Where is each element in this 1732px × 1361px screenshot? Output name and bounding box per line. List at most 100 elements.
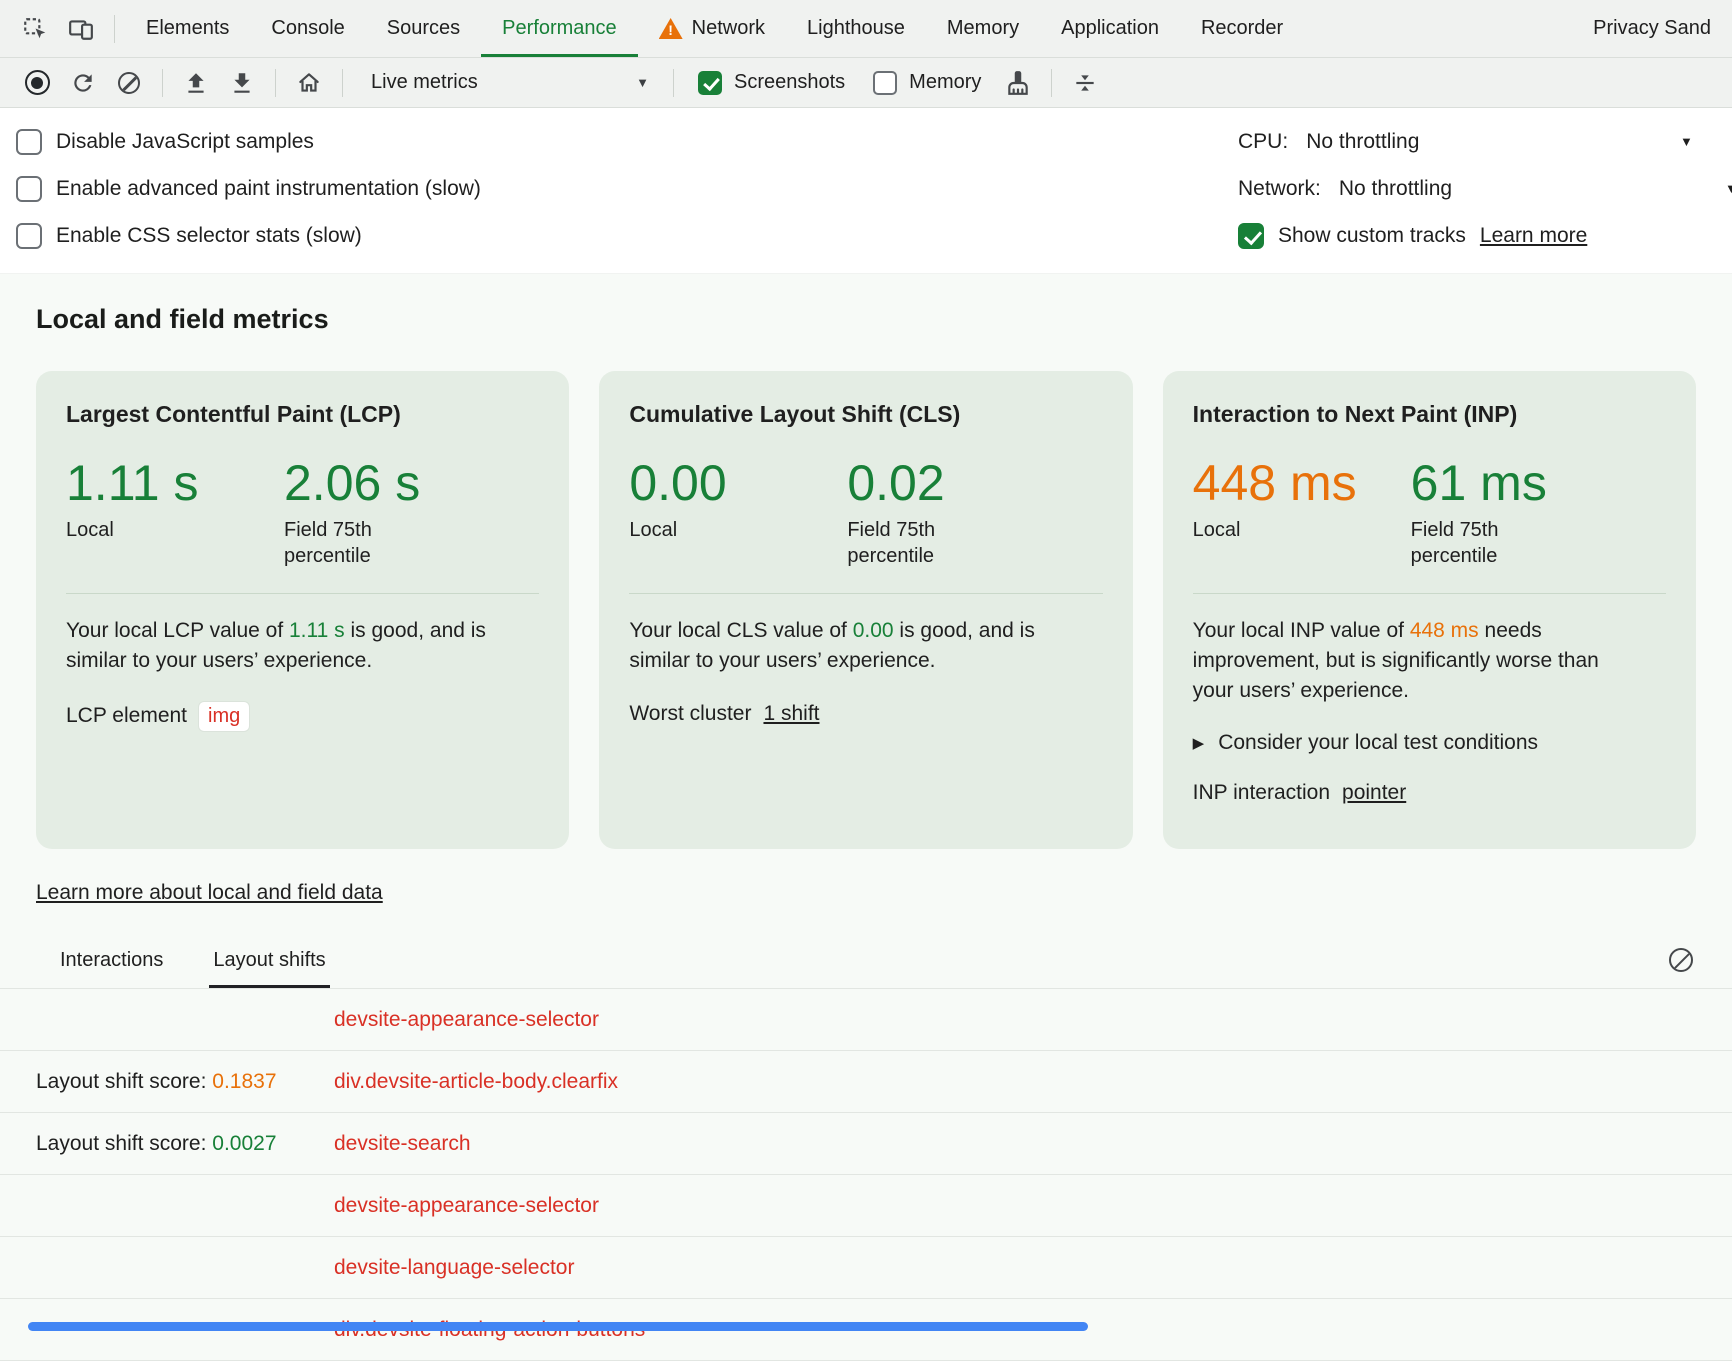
toolbar-divider	[275, 69, 276, 97]
shift-element-link[interactable]: devsite-appearance-selector	[334, 1194, 599, 1218]
screenshots-checkbox[interactable]	[698, 71, 722, 95]
lcp-element-label: LCP element	[66, 704, 187, 728]
metrics-heading: Local and field metrics	[0, 274, 1732, 335]
layout-shift-row: devsite-language-selector	[0, 1237, 1732, 1299]
cls-local-value: 0.00	[629, 458, 847, 509]
collect-garbage-button[interactable]	[995, 63, 1041, 103]
shift-element-link[interactable]: div.devsite-article-body.clearfix	[334, 1070, 618, 1094]
layout-shift-row: devsite-appearance-selector	[0, 989, 1732, 1051]
tab-privacy-sandbox[interactable]: Privacy Sand	[1572, 0, 1732, 57]
inp-interaction-link[interactable]: pointer	[1342, 781, 1406, 805]
metric-cards: Largest Contentful Paint (LCP) 1.11 s Lo…	[0, 335, 1732, 849]
clear-button[interactable]	[106, 63, 152, 103]
tab-label: Console	[271, 17, 344, 40]
layout-shift-row: Layout shift score: 0.0027 devsite-searc…	[0, 1113, 1732, 1175]
tab-layout-shifts[interactable]: Layout shifts	[209, 949, 329, 988]
css-selector-stats-checkbox[interactable]	[16, 223, 42, 249]
performance-settings: Disable JavaScript samples Enable advanc…	[0, 108, 1732, 274]
chevron-down-icon: ▼	[1680, 134, 1693, 149]
cpu-throttling-select[interactable]: No throttling	[1306, 130, 1419, 154]
toolbar-divider	[1051, 69, 1052, 97]
cls-worst-cluster-row: Worst cluster 1 shift	[629, 702, 1102, 726]
tab-label: Network	[692, 17, 765, 40]
tab-label: Lighthouse	[807, 17, 905, 40]
warning-icon: !	[659, 18, 683, 39]
disclosure-triangle-icon: ▶	[1193, 734, 1205, 752]
log-tabs: Interactions Layout shifts	[0, 941, 1732, 989]
tab-application[interactable]: Application	[1040, 0, 1180, 57]
tab-memory[interactable]: Memory	[926, 0, 1040, 57]
card-divider	[66, 593, 539, 594]
shift-element-link[interactable]: devsite-appearance-selector	[334, 1008, 599, 1032]
worst-cluster-link[interactable]: 1 shift	[763, 702, 819, 726]
cls-values: 0.00 Local 0.02 Field 75th percentile	[629, 458, 1102, 569]
tab-label: Recorder	[1201, 17, 1283, 40]
live-metrics-dropdown[interactable]: Live metrics ▼	[353, 71, 663, 94]
toolbar-divider	[673, 69, 674, 97]
cls-card: Cumulative Layout Shift (CLS) 0.00 Local…	[599, 371, 1132, 849]
disable-js-samples-checkbox[interactable]	[16, 129, 42, 155]
cls-field-label: Field 75th percentile	[847, 517, 972, 569]
device-toolbar-icon	[68, 16, 94, 42]
reload-and-record-button[interactable]	[60, 63, 106, 103]
tab-label: Sources	[387, 17, 460, 40]
clear-log-button[interactable]	[1666, 945, 1696, 975]
advanced-paint-label: Enable advanced paint instrumentation (s…	[56, 177, 481, 201]
consider-local-conditions-expander[interactable]: ▶ Consider your local test conditions	[1193, 731, 1666, 755]
network-throttling-row: Network: No throttling ▼	[1228, 165, 1732, 212]
record-icon	[25, 70, 50, 95]
live-metrics-label: Live metrics	[371, 71, 478, 94]
tab-elements[interactable]: Elements	[125, 0, 250, 57]
horizontal-scrollbar-thumb[interactable]	[28, 1322, 1088, 1331]
show-custom-tracks-checkbox[interactable]	[1238, 223, 1264, 249]
disable-js-samples-label: Disable JavaScript samples	[56, 130, 314, 154]
throttling-settings: CPU: No throttling ▼ Network: No throttl…	[1228, 118, 1732, 259]
learn-more-field-data-link[interactable]: Learn more about local and field data	[36, 881, 383, 905]
tab-label: Interactions	[60, 949, 163, 971]
lcp-element-row: LCP element img	[66, 702, 539, 731]
home-button[interactable]	[286, 63, 332, 103]
lcp-element-chip[interactable]: img	[199, 702, 249, 731]
advanced-paint-checkbox[interactable]	[16, 176, 42, 202]
load-profile-button[interactable]	[173, 63, 219, 103]
inp-card-title: Interaction to Next Paint (INP)	[1193, 401, 1666, 428]
download-icon	[229, 70, 255, 96]
inp-interaction-label: INP interaction	[1193, 781, 1330, 805]
cpu-label: CPU:	[1238, 130, 1288, 154]
consider-local-conditions-label: Consider your local test conditions	[1218, 731, 1538, 755]
inp-description: Your local INP value of 448 ms needs imp…	[1193, 616, 1645, 705]
tab-network[interactable]: ! Network	[638, 0, 786, 57]
collapse-tracks-button[interactable]	[1062, 63, 1108, 103]
shift-element-link[interactable]: devsite-language-selector	[334, 1256, 574, 1280]
card-divider	[629, 593, 1102, 594]
refresh-icon	[70, 70, 96, 96]
toolbar-divider	[162, 69, 163, 97]
shift-score: Layout shift score: 0.1837	[36, 1070, 334, 1094]
devtools-window: Elements Console Sources Performance ! N…	[0, 0, 1732, 1361]
screenshots-label: Screenshots	[734, 71, 845, 94]
shift-element-link[interactable]: devsite-search	[334, 1132, 471, 1156]
tab-sources[interactable]: Sources	[366, 0, 481, 57]
custom-tracks-learn-more-link[interactable]: Learn more	[1480, 224, 1587, 248]
memory-label: Memory	[909, 71, 981, 94]
upload-icon	[183, 70, 209, 96]
network-throttling-select[interactable]: No throttling	[1339, 177, 1452, 201]
tab-console[interactable]: Console	[250, 0, 365, 57]
screenshots-checkbox-group: Screenshots	[698, 71, 845, 95]
lcp-values: 1.11 s Local 2.06 s Field 75th percentil…	[66, 458, 539, 569]
save-profile-button[interactable]	[219, 63, 265, 103]
device-toolbar-button[interactable]	[58, 0, 104, 58]
tab-lighthouse[interactable]: Lighthouse	[786, 0, 926, 57]
inp-field-value: 61 ms	[1411, 458, 1629, 509]
record-button[interactable]	[14, 63, 60, 103]
tab-recorder[interactable]: Recorder	[1180, 0, 1304, 57]
custom-tracks-row: Show custom tracks Learn more	[1228, 212, 1732, 259]
layout-shift-row: devsite-appearance-selector	[0, 1175, 1732, 1237]
toolbar-divider	[114, 15, 115, 43]
tab-performance[interactable]: Performance	[481, 0, 638, 57]
tab-interactions[interactable]: Interactions	[56, 949, 167, 988]
inspect-element-button[interactable]	[12, 0, 58, 58]
memory-checkbox[interactable]	[873, 71, 897, 95]
inp-local-value: 448 ms	[1193, 458, 1411, 509]
toolbar-divider	[342, 69, 343, 97]
